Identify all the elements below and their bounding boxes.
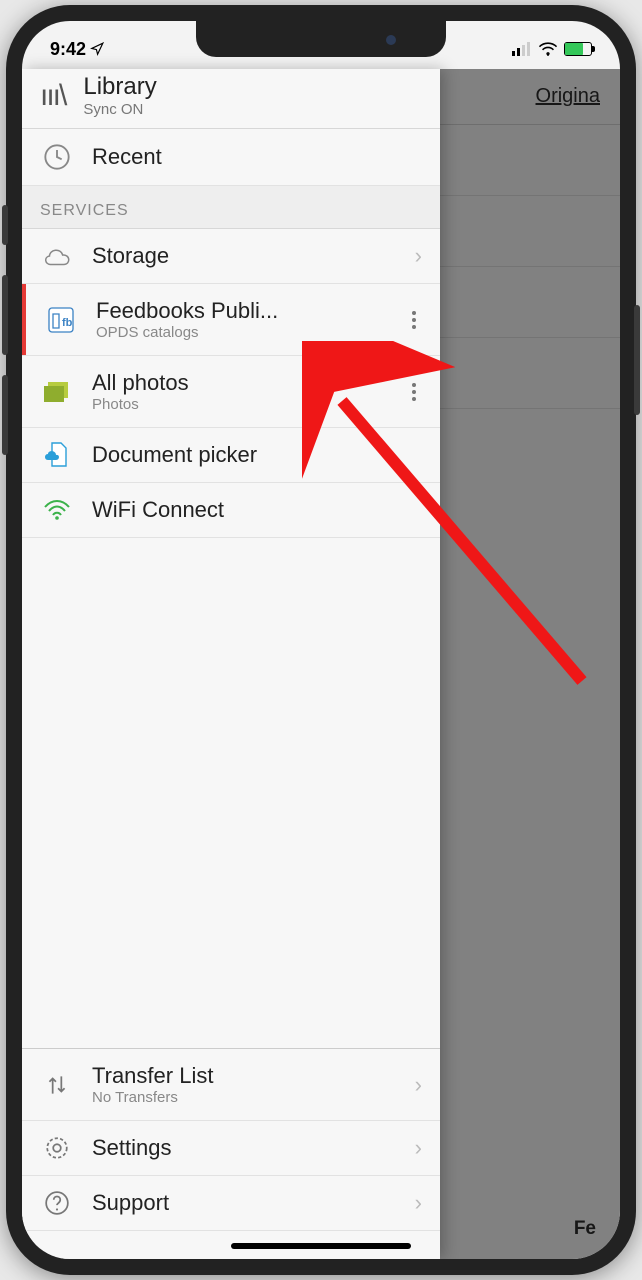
sidebar-item-storage[interactable]: Storage ›	[22, 229, 440, 284]
chevron-right-icon: ›	[415, 1072, 422, 1098]
sidebar-item-wifi[interactable]: WiFi Connect	[22, 483, 440, 538]
power-button	[634, 305, 640, 415]
more-icon[interactable]	[406, 307, 422, 333]
services-header: SERVICES	[22, 186, 440, 229]
cloud-icon	[40, 245, 74, 267]
library-title: Library	[83, 73, 156, 101]
sidebar: ııı\ Library Sync ON Recent SERVICES Sto…	[22, 69, 440, 1259]
chevron-right-icon: ›	[415, 1190, 422, 1216]
document-cloud-icon	[40, 442, 74, 468]
library-subtitle: Sync ON	[83, 101, 156, 118]
sidebar-item-library[interactable]: ııı\ Library Sync ON	[22, 69, 440, 129]
volume-down-button	[2, 375, 8, 455]
sidebar-item-feedbooks[interactable]: fb Feedbooks Publi... OPDS catalogs	[22, 284, 440, 356]
help-icon	[40, 1190, 74, 1216]
volume-up-button	[2, 275, 8, 355]
status-time: 9:42	[50, 39, 86, 60]
active-indicator	[22, 284, 26, 355]
sidebar-item-transfer[interactable]: Transfer List No Transfers ›	[22, 1049, 440, 1121]
transfer-icon	[40, 1072, 74, 1098]
gear-icon	[40, 1135, 74, 1161]
notch	[196, 21, 446, 57]
photos-icon	[40, 380, 74, 404]
sidebar-item-recent[interactable]: Recent	[22, 129, 440, 186]
feedbooks-icon: fb	[44, 306, 78, 334]
screen: 9:42 Origina Most PoBased on	[22, 21, 620, 1259]
svg-text:fb: fb	[62, 317, 73, 329]
phone-frame: 9:42 Origina Most PoBased on	[6, 5, 636, 1275]
wifi-connect-icon	[40, 499, 74, 521]
more-icon[interactable]	[406, 379, 422, 405]
battery-icon	[564, 42, 592, 56]
side-button	[2, 205, 8, 245]
chevron-right-icon: ›	[415, 243, 422, 269]
sidebar-item-photos[interactable]: All photos Photos	[22, 356, 440, 428]
home-indicator[interactable]	[231, 1243, 411, 1249]
sidebar-item-document-picker[interactable]: Document picker	[22, 428, 440, 483]
chevron-right-icon: ›	[415, 1135, 422, 1161]
sidebar-item-settings[interactable]: Settings ›	[22, 1121, 440, 1176]
cellular-icon	[512, 42, 532, 56]
library-icon: ııı\	[40, 79, 65, 113]
location-icon	[90, 42, 104, 56]
sidebar-item-support[interactable]: Support ›	[22, 1176, 440, 1231]
wifi-icon	[538, 42, 558, 56]
clock-icon	[40, 143, 74, 171]
